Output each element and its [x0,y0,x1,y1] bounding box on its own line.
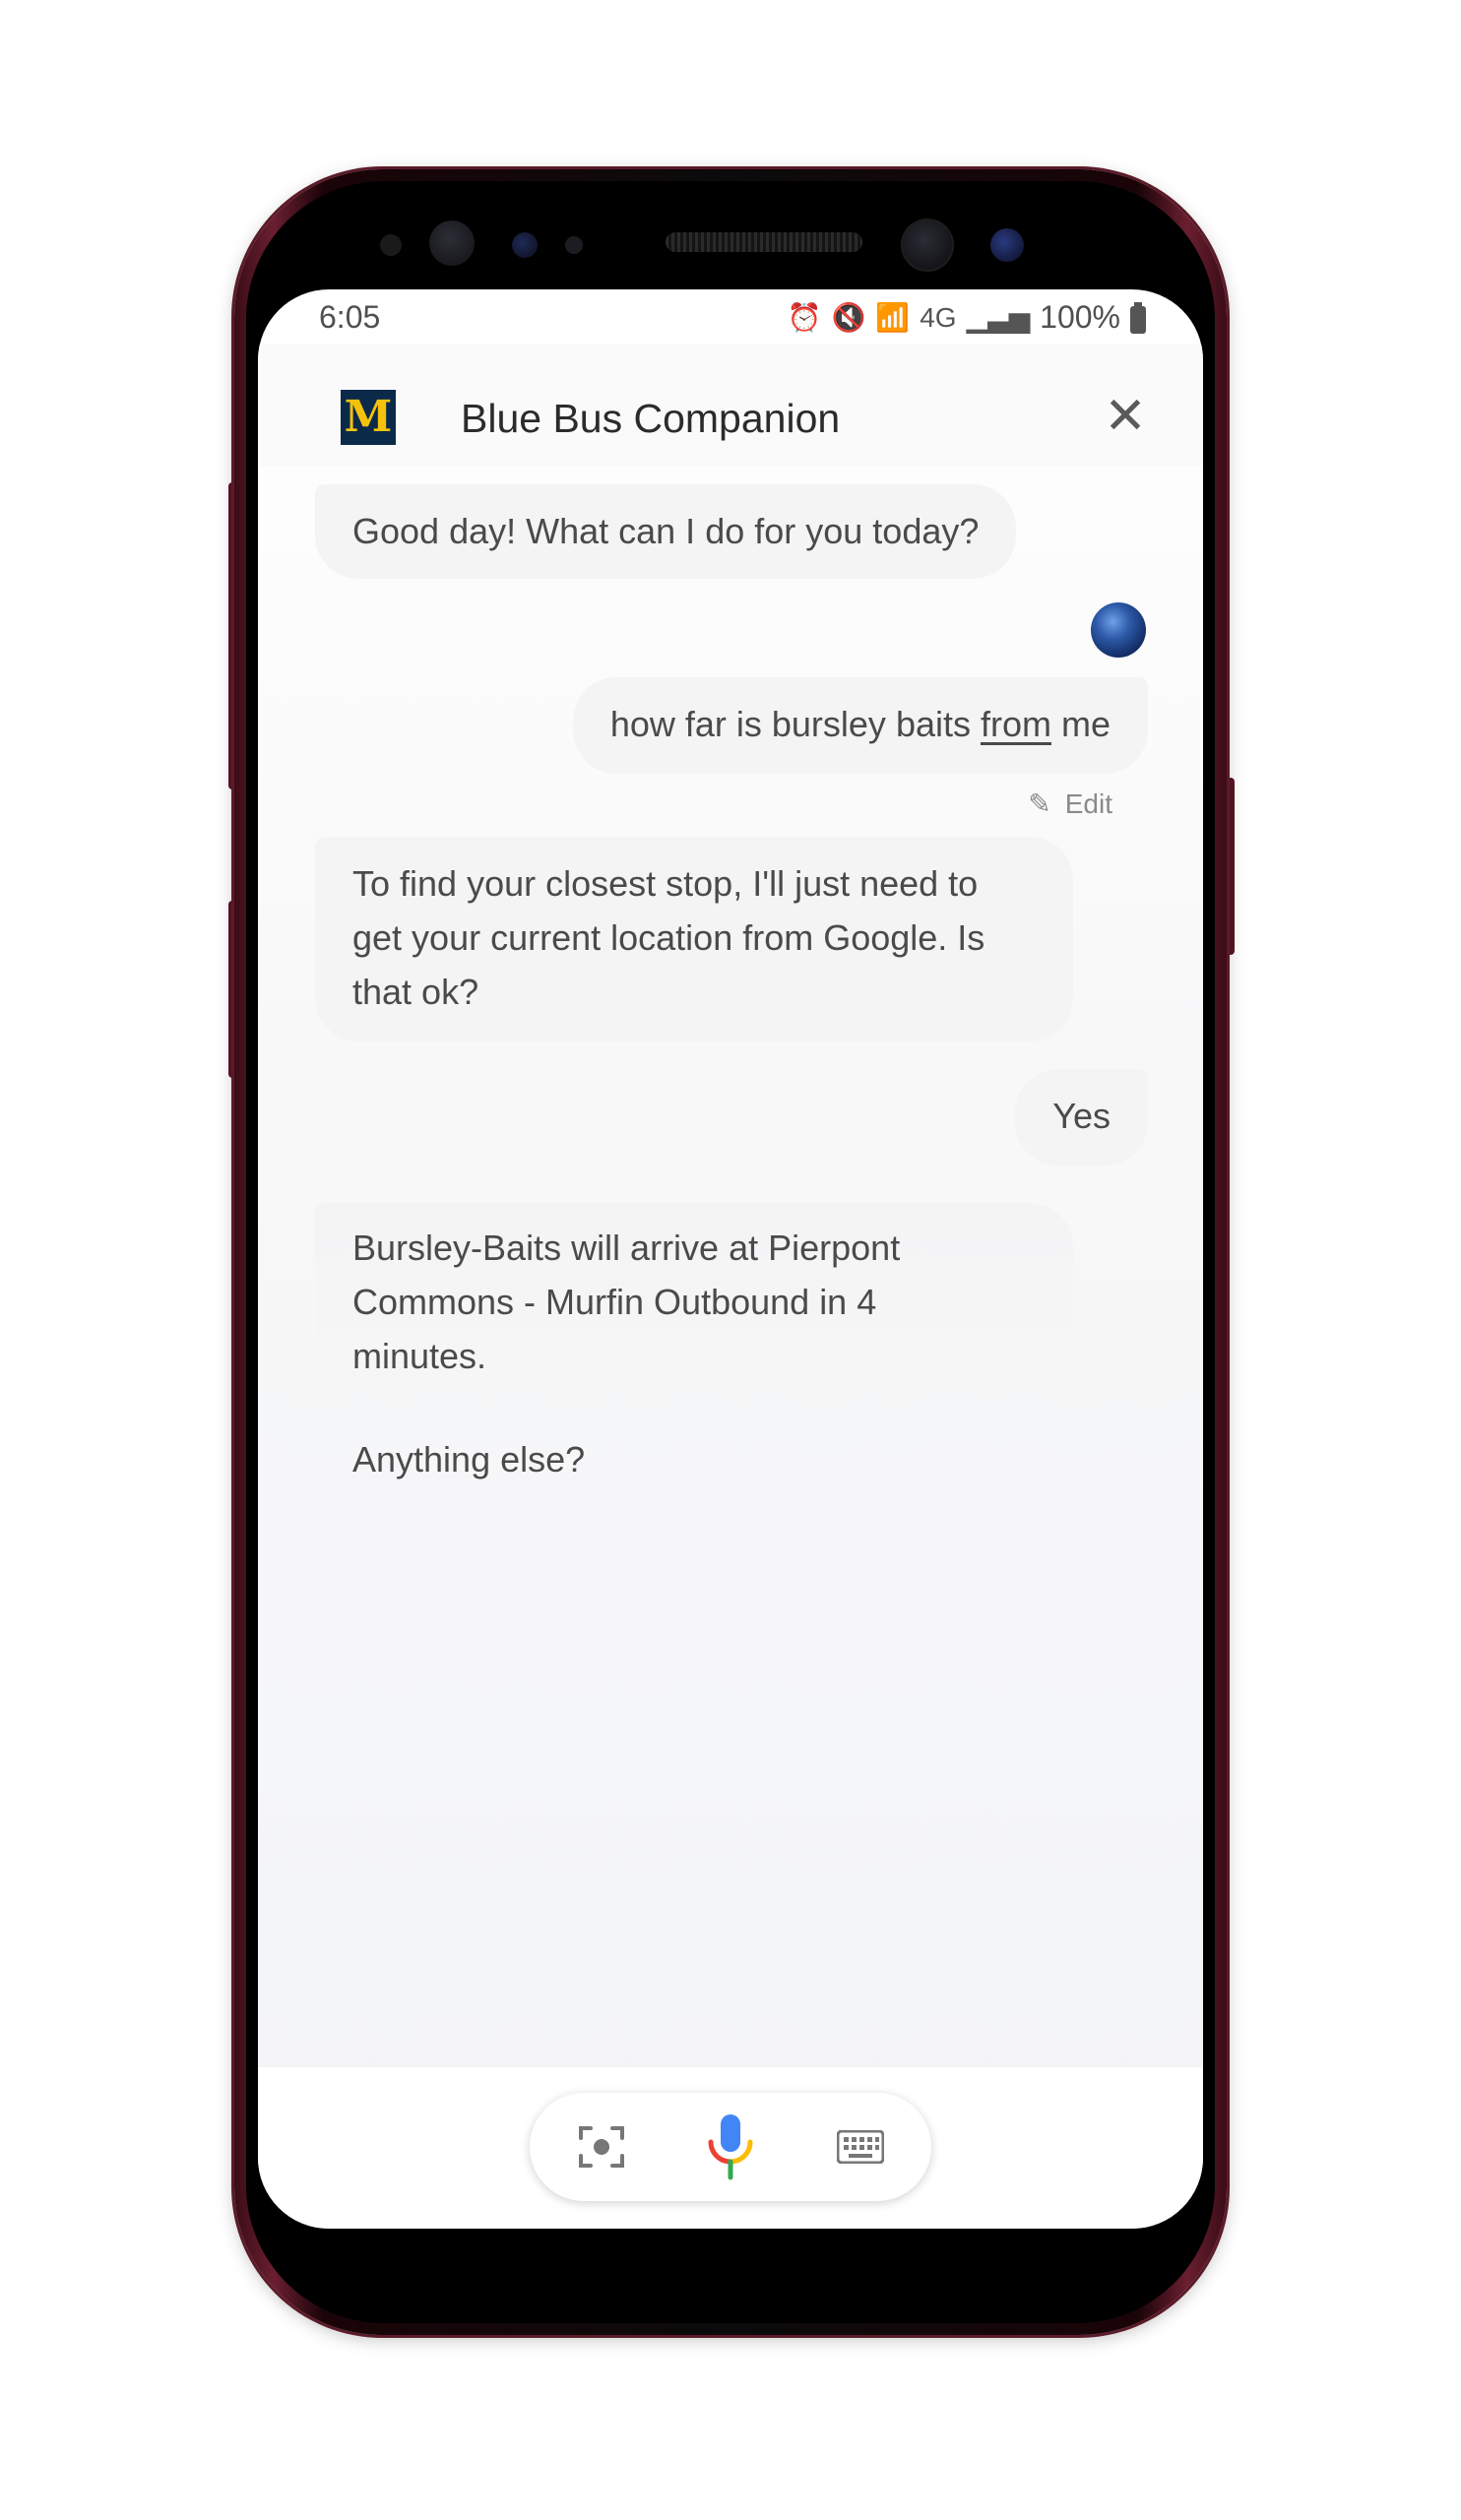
phone-device: 6:05 ⏰ 🔇 📶 4G ▁▃▅ 100% M Blue Bus Compan… [0,0,1461,2520]
close-button[interactable]: ✕ [1099,390,1152,443]
bot-answer-line-1: Bursley-Baits will arrive at Pierpont [352,1228,901,1268]
front-camera [901,219,954,272]
battery-percent: 100% [1040,299,1120,335]
logo-letter: M [344,392,393,442]
user-query-text-end: me [1050,704,1111,744]
mute-icon: 🔇 [831,302,866,333]
user-message-query: how far is bursley baits from me [572,677,1148,774]
pencil-icon[interactable]: ✎ [1028,788,1050,820]
user-message-reply: Yes [1015,1069,1148,1166]
phone-screen: 6:05 ⏰ 🔇 📶 4G ▁▃▅ 100% M Blue Bus Compan… [258,289,1203,2229]
bot-answer-line-3: minutes. [352,1336,487,1376]
bot-message-answer: Bursley-Baits will arrive at Pierpont Co… [315,1203,1073,1378]
iris-sensor [429,220,475,266]
network-type: 4G [920,301,957,333]
michigan-logo: M [341,390,396,445]
user-avatar [1091,602,1146,658]
keyboard-icon[interactable] [837,2130,884,2164]
iris-camera [990,228,1024,262]
user-query-text: how far is bursley baits [609,704,981,744]
close-icon[interactable]: ✕ [1104,391,1147,442]
power-button [1227,778,1235,955]
earpiece-speaker [666,232,862,252]
edit-button[interactable]: ✎ Edit [1028,788,1112,820]
proximity-sensor [380,234,402,256]
wifi-icon: 📶 [875,302,911,333]
status-time: 6:05 [319,299,381,335]
light-sensor [565,236,583,254]
microphone-icon[interactable] [703,2112,758,2181]
battery-icon [1130,301,1146,334]
lens-icon[interactable] [577,2122,626,2172]
led-sensor [512,232,538,258]
edit-label[interactable]: Edit [1065,788,1112,820]
input-bar [530,2093,931,2201]
bot-message-greeting: Good day! What can I do for you today? [315,484,1017,579]
app-title: Blue Bus Companion [461,396,841,441]
app-header: M Blue Bus Companion ✕ [258,345,1203,467]
bot-message-location-request: To find your closest stop, I'll just nee… [315,837,1073,1041]
status-icons: ⏰ 🔇 📶 4G ▁▃▅ 100% [788,299,1146,336]
status-bar: 6:05 ⏰ 🔇 📶 4G ▁▃▅ 100% [258,289,1203,345]
input-bar-area [258,2067,1203,2229]
alarm-icon: ⏰ [787,302,822,333]
signal-icon: ▁▃▅ [966,302,1031,333]
bot-answer-line-2: Commons - Murfin Outbound in 4 [352,1282,877,1322]
user-query-underlined-word: from [980,704,1051,744]
bot-message-followup: Anything else? [352,1439,586,1480]
